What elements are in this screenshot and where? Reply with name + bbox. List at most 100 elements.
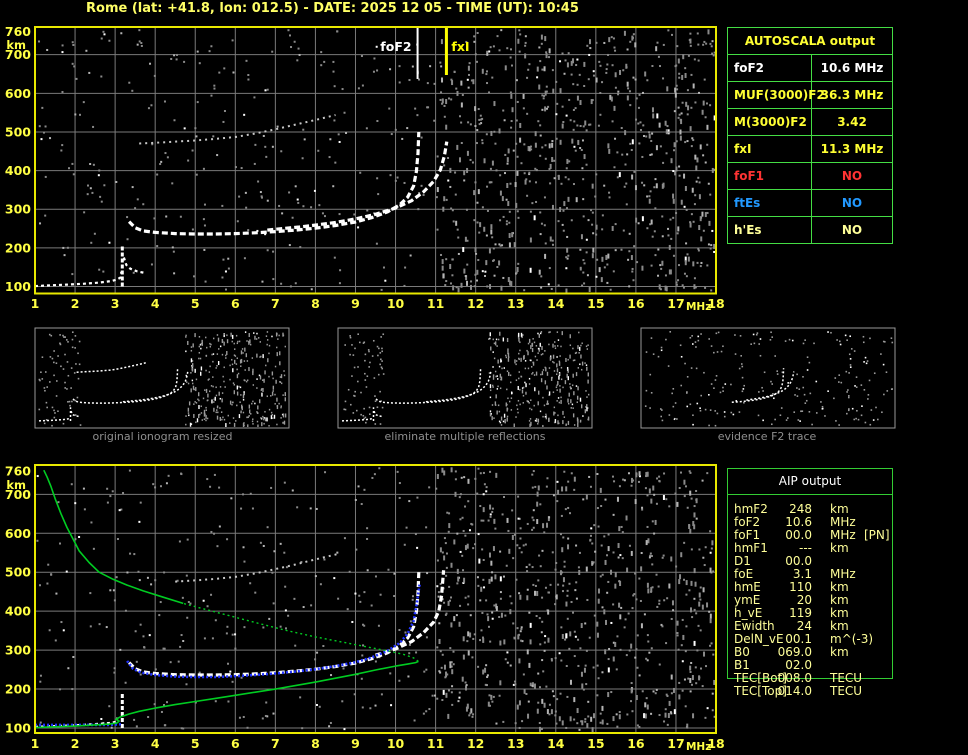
- svg-text:600: 600: [5, 526, 31, 541]
- foF2-marker-label: foF2: [380, 39, 411, 54]
- svg-text:4: 4: [151, 736, 160, 751]
- autoscala-row-hes: h'EsNO: [728, 217, 892, 243]
- mini-panel-1: [35, 328, 289, 428]
- svg-text:200: 200: [5, 240, 31, 255]
- svg-text:7: 7: [271, 736, 280, 751]
- aip-row-b0: B0069.0km: [727, 646, 957, 659]
- panel-caption-eliminate: eliminate multiple reflections: [338, 430, 592, 444]
- svg-text:4: 4: [151, 296, 160, 311]
- svg-text:600: 600: [5, 86, 31, 101]
- svg-text:10: 10: [387, 736, 405, 751]
- autoscala-row-value: 10.6 MHz: [812, 55, 892, 81]
- svg-text:17: 17: [667, 736, 684, 751]
- aip-row-value: 014.0: [762, 685, 812, 698]
- autoscala-row-m3000f2: M(3000)F23.42: [728, 109, 892, 136]
- autoscala-output-table: AUTOSCALA output foF210.6 MHzMUF(3000)F2…: [727, 27, 893, 244]
- svg-text:11: 11: [427, 736, 444, 751]
- svg-text:km: km: [6, 478, 26, 492]
- svg-text:1: 1: [31, 296, 40, 311]
- aip-row-tectop: TEC[Top]014.0TECU: [727, 685, 957, 698]
- autoscala-row-value: NO: [812, 217, 892, 243]
- svg-text:8: 8: [311, 736, 320, 751]
- aip-row-unit: TECU: [830, 685, 862, 698]
- svg-text:14: 14: [547, 736, 565, 751]
- svg-text:13: 13: [507, 736, 524, 751]
- svg-text:2: 2: [71, 736, 80, 751]
- svg-text:3: 3: [111, 736, 120, 751]
- svg-text:16: 16: [627, 736, 645, 751]
- svg-text:200: 200: [5, 682, 31, 697]
- svg-text:9: 9: [351, 296, 360, 311]
- autoscala-row-label: fxI: [728, 136, 812, 162]
- autoscala-row-ftes: ftEsNO: [728, 190, 892, 217]
- autoscala-row-label: foF1: [728, 163, 812, 189]
- aip-output-rows: hmF2248kmfoF210.6MHzfoF100.0MHz[PN]hmF1-…: [727, 503, 957, 698]
- autoscala-row-value: 36.3 MHz: [812, 82, 892, 108]
- axis-labels: 123456789101112131415161718MHz7607006005…: [5, 464, 725, 753]
- mini-panel-3: [641, 328, 895, 428]
- bottom-ionogram-with-profile: 123456789101112131415161718MHz7607006005…: [5, 464, 725, 753]
- autoscala-row-label: foF2: [728, 55, 812, 81]
- svg-text:3: 3: [111, 296, 120, 311]
- svg-text:12: 12: [467, 736, 484, 751]
- svg-text:1: 1: [31, 736, 40, 751]
- svg-text:12: 12: [467, 296, 484, 311]
- svg-text:15: 15: [587, 736, 604, 751]
- svg-text:7: 7: [271, 296, 280, 311]
- svg-text:13: 13: [507, 296, 524, 311]
- svg-text:2: 2: [71, 296, 80, 311]
- aip-row-extra: [PN]: [864, 529, 890, 542]
- svg-text:5: 5: [191, 296, 200, 311]
- aip-row-hmf1: hmF1---km: [727, 542, 957, 555]
- svg-text:16: 16: [627, 296, 645, 311]
- svg-text:500: 500: [5, 124, 31, 139]
- svg-text:5: 5: [191, 736, 200, 751]
- aip-table-header: AIP output: [728, 469, 892, 495]
- autoscala-row-label: h'Es: [728, 217, 812, 243]
- svg-text:8: 8: [311, 296, 320, 311]
- autoscala-row-fof2: foF210.6 MHz: [728, 55, 892, 82]
- svg-text:km: km: [6, 38, 26, 52]
- autoscala-row-fxi: fxI11.3 MHz: [728, 136, 892, 163]
- plot-border: [35, 465, 716, 733]
- svg-text:100: 100: [5, 279, 31, 294]
- svg-text:MHz: MHz: [686, 741, 711, 753]
- top-ionogram: foF2 fxI123456789101112131415161718MHz760…: [5, 24, 725, 313]
- svg-text:760: 760: [5, 24, 31, 39]
- svg-text:300: 300: [5, 202, 31, 217]
- ionogram-analysis-window: Rome (lat: +41.8, lon: 012.5) - DATE: 20…: [0, 0, 968, 755]
- autoscala-row-label: MUF(3000)F2: [728, 82, 812, 108]
- svg-text:MHz: MHz: [686, 301, 711, 313]
- svg-text:11: 11: [427, 296, 444, 311]
- svg-text:500: 500: [5, 565, 31, 580]
- autoscala-row-value: 11.3 MHz: [812, 136, 892, 162]
- svg-text:6: 6: [231, 736, 240, 751]
- autoscala-row-value: NO: [812, 190, 892, 216]
- svg-text:14: 14: [547, 296, 565, 311]
- mini-panel-2: [338, 328, 592, 429]
- svg-text:400: 400: [5, 163, 31, 178]
- svg-text:15: 15: [587, 296, 604, 311]
- noise-speckle: [36, 467, 715, 732]
- aip-row-unit: km: [830, 542, 849, 555]
- svg-text:300: 300: [5, 643, 31, 658]
- svg-text:6: 6: [231, 296, 240, 311]
- panel-caption-original: original ionogram resized: [35, 430, 290, 444]
- fxI-marker-label: fxI: [451, 39, 469, 54]
- noise-speckle: [38, 29, 716, 293]
- aip-row-unit: km: [830, 646, 849, 659]
- axis-labels: 123456789101112131415161718MHz7607006005…: [5, 24, 725, 313]
- autoscala-row-value: NO: [812, 163, 892, 189]
- autoscala-row-value: 3.42: [812, 109, 892, 135]
- svg-text:9: 9: [351, 736, 360, 751]
- svg-text:400: 400: [5, 604, 31, 619]
- autoscala-row-label: M(3000)F2: [728, 109, 812, 135]
- plot-border: [35, 27, 716, 294]
- svg-text:10: 10: [387, 296, 405, 311]
- svg-text:17: 17: [667, 296, 684, 311]
- svg-text:100: 100: [5, 721, 31, 736]
- autoscala-row-muf3000f2: MUF(3000)F236.3 MHz: [728, 82, 892, 109]
- autoscala-table-header: AUTOSCALA output: [728, 28, 892, 55]
- autoscala-row-label: ftEs: [728, 190, 812, 216]
- svg-text:760: 760: [5, 464, 31, 479]
